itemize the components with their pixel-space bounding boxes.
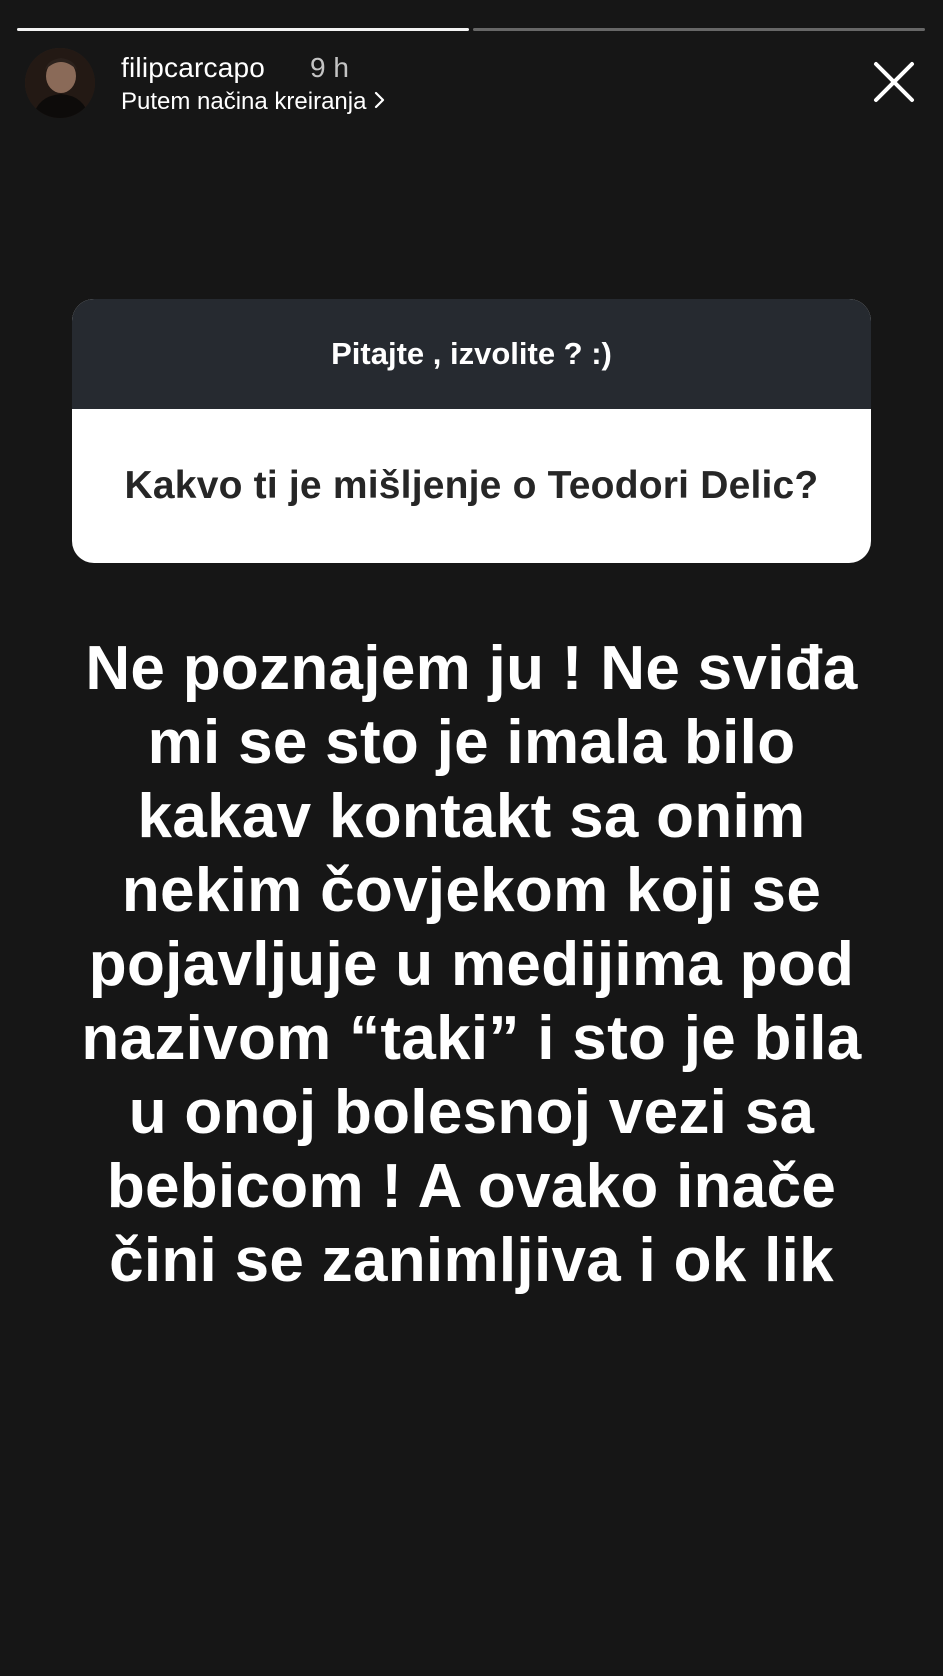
answer-line: nazivom “taki” i sto je bila: [81, 1004, 862, 1073]
question-text: Kakvo ti je mišljenje o Teodori Delic?: [124, 464, 819, 507]
story-progress-bar: [17, 28, 925, 32]
creation-mode-label: Putem načina kreiranja: [121, 88, 367, 115]
answer-line: nekim čovjekom koji se: [121, 856, 822, 925]
time-ago: 9 h: [310, 52, 349, 83]
close-icon[interactable]: [870, 58, 918, 106]
progress-segment: [17, 28, 469, 31]
answer-line: mi se sto je imala bilo: [147, 708, 796, 777]
username[interactable]: filipcarcapo: [121, 52, 265, 84]
answer-line: Ne poznajem ju ! Ne sviđa: [85, 634, 858, 703]
answer-line: u onoj bolesnoj vezi sa: [128, 1078, 815, 1147]
question-sticker[interactable]: Pitajte , izvolite ? :) Kakvo ti je mišl…: [72, 299, 871, 563]
answer-line: bebicom ! A ovako inače: [106, 1152, 837, 1221]
chevron-right-icon: [374, 90, 386, 115]
story-screen[interactable]: filipcarcapo 9 h Putem načina kreiranja …: [0, 0, 943, 1676]
answer-text: Ne poznajem ju ! Ne sviđa mi se sto je i…: [50, 632, 893, 1298]
answer-line: čini se zanimljiva i ok lik: [109, 1226, 834, 1295]
avatar[interactable]: [25, 48, 95, 118]
creation-mode-link[interactable]: Putem načina kreiranja: [121, 88, 386, 116]
answer-line: pojavljuje u medijima pod: [88, 930, 855, 999]
question-prompt: Pitajte , izvolite ? :): [72, 299, 871, 409]
story-header: filipcarcapo 9 h Putem načina kreiranja: [25, 48, 918, 122]
avatar-photo: [25, 48, 95, 118]
progress-segment: [473, 28, 925, 31]
answer-line: kakav kontakt sa onim: [137, 782, 806, 851]
